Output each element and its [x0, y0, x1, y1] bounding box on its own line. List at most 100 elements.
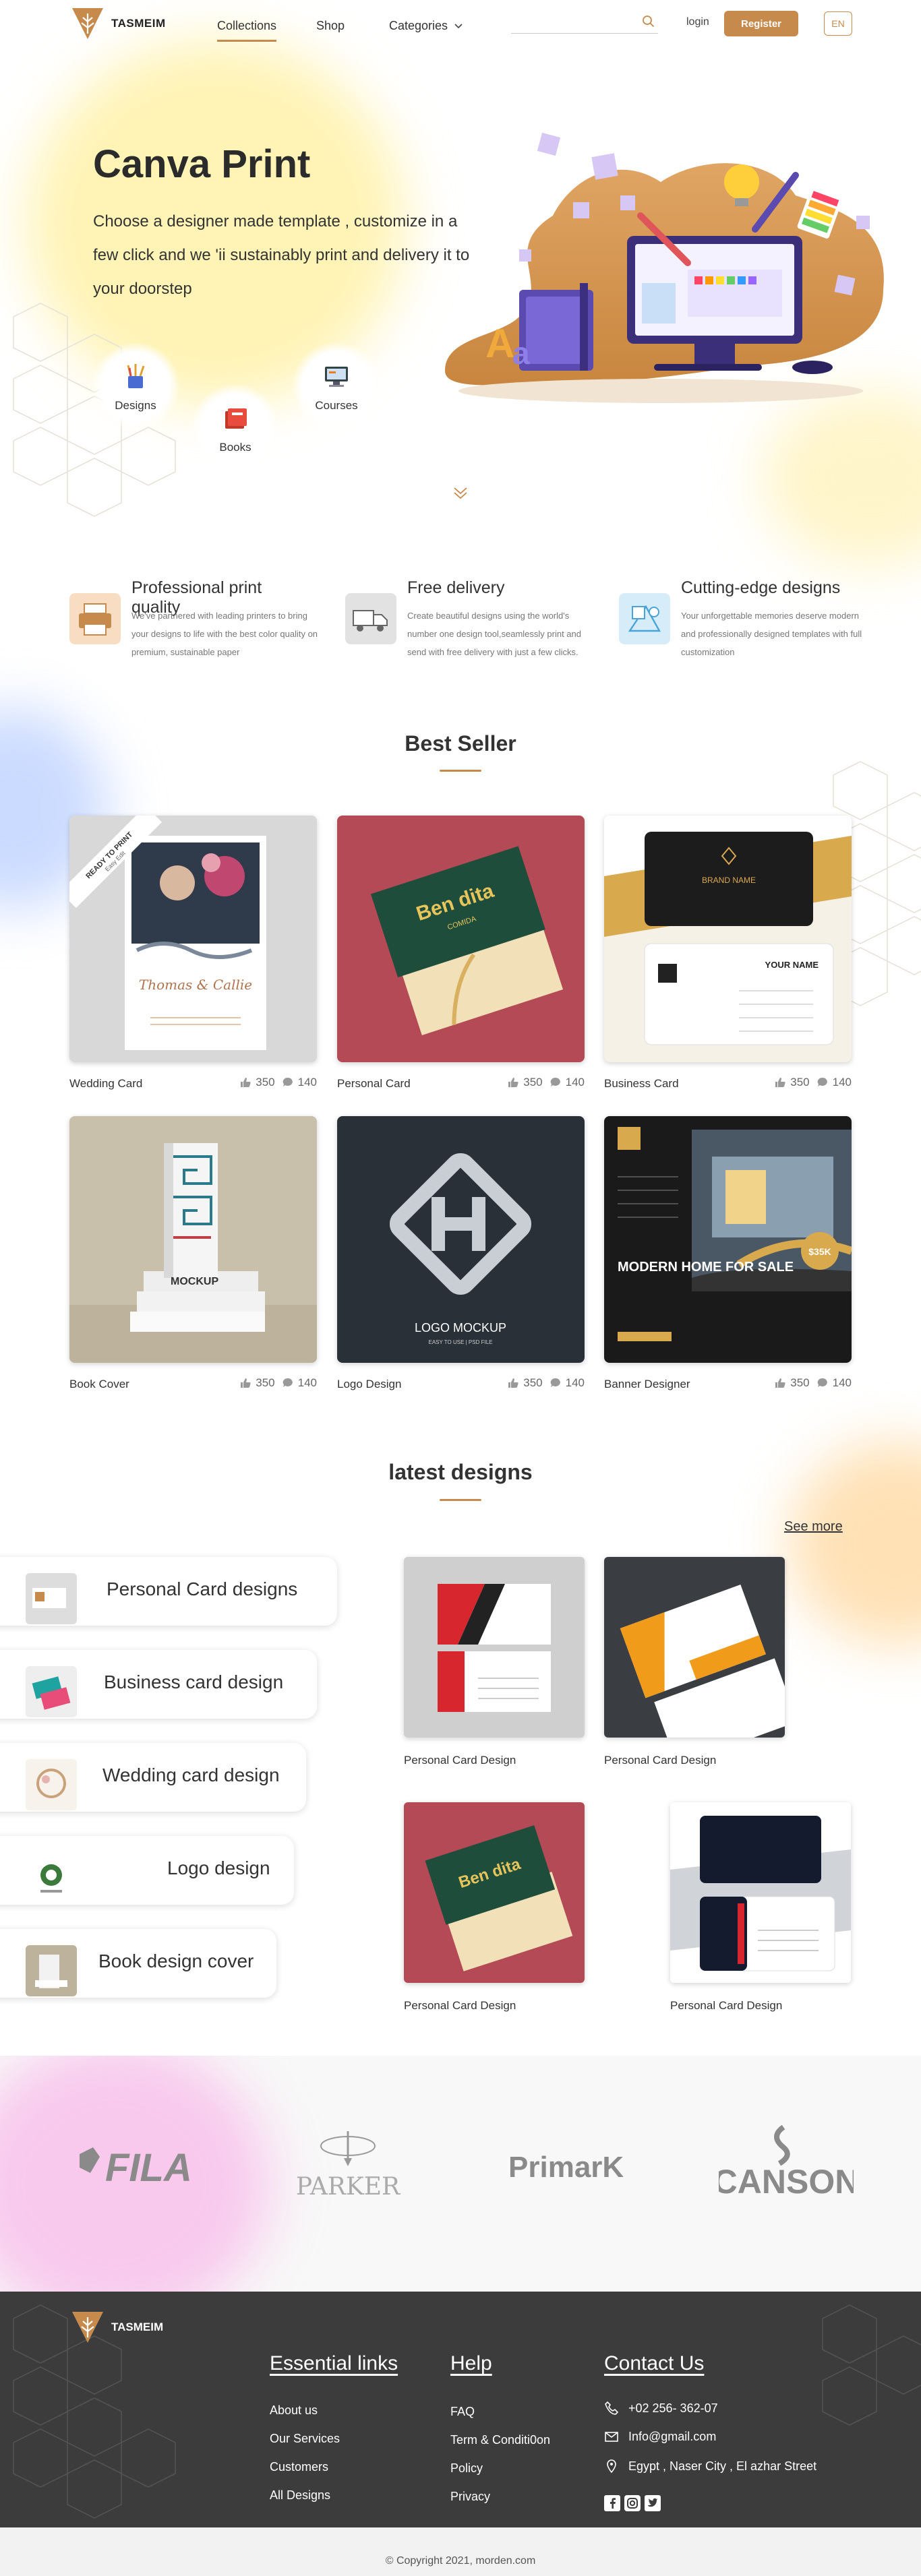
likes[interactable]: 350 — [507, 1076, 543, 1089]
facebook-icon[interactable] — [604, 2495, 620, 2511]
latest-thumbnail[interactable]: Ben dita — [404, 1802, 585, 1983]
latest-category-personal[interactable]: Personal Card designs — [0, 1557, 337, 1626]
card-text: LOGO MOCKUP — [415, 1321, 506, 1335]
latest-category-book[interactable]: Book design cover — [0, 1929, 276, 1998]
latest-card[interactable]: Ben dita Personal Card Design — [404, 1802, 585, 2013]
search-input[interactable] — [511, 11, 632, 32]
contact-email[interactable]: Info@gmail.com — [604, 2429, 716, 2444]
footer-link-customers[interactable]: Customers — [270, 2460, 328, 2474]
latest-card[interactable]: Personal Card Design — [604, 1557, 785, 1767]
search-icon[interactable] — [642, 15, 655, 28]
nav-shop[interactable]: Shop — [316, 19, 345, 33]
product-card-banner[interactable]: MODERN HOME FOR SALE $35K Banner Designe… — [604, 1116, 852, 1399]
product-name: Book Cover — [69, 1378, 129, 1390]
page: TASMEIM Collections Shop Categories logi… — [0, 0, 921, 2576]
instagram-icon[interactable] — [624, 2495, 641, 2511]
likes[interactable]: 350 — [239, 1376, 275, 1390]
scroll-down-icon[interactable] — [452, 484, 469, 501]
footer-link-faq[interactable]: FAQ — [450, 2405, 475, 2419]
product-card-business[interactable]: BRAND NAME YOUR NAME Business Card 350 1… — [604, 816, 852, 1099]
business-card-image: BRAND NAME YOUR NAME — [604, 816, 852, 1062]
nav-categories-label: Categories — [389, 19, 448, 32]
nav-categories[interactable]: Categories — [389, 19, 463, 33]
likes[interactable]: 350 — [774, 1376, 810, 1390]
contact-address: Egypt , Naser City , El azhar Street — [604, 2459, 816, 2474]
see-more-link[interactable]: See more — [784, 1519, 843, 1535]
twitter-icon[interactable] — [645, 2495, 661, 2511]
book-cover-image: MOCKUP — [69, 1116, 317, 1363]
product-thumbnail[interactable]: MODERN HOME FOR SALE $35K — [604, 1116, 852, 1363]
comments[interactable]: 140 — [549, 1376, 585, 1390]
search-box[interactable] — [511, 11, 658, 34]
latest-category-business[interactable]: Business card design — [0, 1650, 317, 1719]
category-books[interactable]: Books — [191, 384, 279, 472]
category-thumbnail — [26, 1573, 77, 1624]
card-text: MOCKUP — [171, 1276, 218, 1287]
product-card-book-cover[interactable]: MOCKUP Book Cover 350 140 — [69, 1116, 317, 1399]
language-button[interactable]: EN — [824, 11, 852, 36]
product-card-logo[interactable]: LOGO MOCKUP EASY TO USE | PSD FILE Logo … — [337, 1116, 585, 1399]
comments[interactable]: 140 — [816, 1376, 852, 1390]
likes[interactable]: 350 — [507, 1376, 543, 1390]
category-thumbnail — [26, 1759, 77, 1810]
likes-count: 350 — [256, 1376, 275, 1389]
comments-count: 140 — [297, 1376, 317, 1389]
footer-link-about[interactable]: About us — [270, 2403, 318, 2418]
location-pin-icon — [607, 2459, 616, 2474]
product-thumbnail[interactable]: Ben dita COMIDA — [337, 816, 585, 1062]
product-thumbnail[interactable]: Thomas & Callie READY TO PRINT Easy Edit — [69, 816, 317, 1062]
footer-link-terms[interactable]: Term & Conditi0on — [450, 2433, 550, 2447]
card-subtext: YOUR NAME — [765, 960, 819, 970]
likes-count: 350 — [790, 1076, 810, 1088]
latest-card[interactable]: Personal Card Design — [404, 1557, 585, 1767]
latest-category-logo[interactable]: Logo design — [0, 1836, 294, 1905]
product-name: Logo Design — [337, 1378, 402, 1390]
product-stats: 350 140 — [507, 1376, 585, 1390]
card-meta: Logo Design 350 140 — [337, 1372, 585, 1399]
card-meta: Personal Card 350 140 — [337, 1072, 585, 1099]
comments[interactable]: 140 — [282, 1376, 317, 1390]
latest-thumbnail[interactable] — [670, 1802, 851, 1983]
product-thumbnail[interactable]: BRAND NAME YOUR NAME — [604, 816, 852, 1062]
latest-card[interactable]: Personal Card Design — [670, 1802, 851, 2013]
parker-logo: PARKER — [296, 2131, 400, 2201]
footer-link-all-designs[interactable]: All Designs — [270, 2488, 330, 2503]
brands-strip: FILA PARKER PrimarK CANSON — [0, 2056, 921, 2292]
product-thumbnail[interactable]: LOGO MOCKUP EASY TO USE | PSD FILE — [337, 1116, 585, 1363]
login-link[interactable]: login — [686, 16, 709, 28]
latest-thumbnail[interactable] — [604, 1557, 785, 1738]
brand-text: FILA — [105, 2146, 192, 2188]
category-label: Designs — [115, 399, 156, 412]
product-thumbnail[interactable]: MOCKUP — [69, 1116, 317, 1363]
comments[interactable]: 140 — [816, 1076, 852, 1089]
latest-card-name: Personal Card Design — [404, 1999, 516, 2012]
comment-icon — [283, 1378, 293, 1387]
likes[interactable]: 350 — [239, 1076, 275, 1089]
footer-brand[interactable]: TASMEIM — [69, 2309, 163, 2345]
comments[interactable]: 140 — [549, 1076, 585, 1089]
likes-count: 350 — [790, 1376, 810, 1389]
footer-link-services[interactable]: Our Services — [270, 2432, 340, 2446]
latest-thumbnail[interactable] — [404, 1557, 585, 1738]
footer-link-privacy[interactable]: Privacy — [450, 2490, 490, 2504]
nav-collections[interactable]: Collections — [217, 19, 277, 42]
product-card-personal[interactable]: Ben dita COMIDA Personal Card 350 140 — [337, 816, 585, 1099]
contact-phone[interactable]: +02 256- 362-07 — [604, 2401, 718, 2416]
product-name: Personal Card — [337, 1077, 411, 1090]
comments-count: 140 — [297, 1076, 317, 1088]
brand[interactable]: TASMEIM — [69, 5, 166, 42]
latest-card-image — [670, 1802, 851, 1983]
comments[interactable]: 140 — [282, 1076, 317, 1089]
category-label: Courses — [315, 399, 358, 412]
feature-title: Free delivery — [407, 578, 505, 597]
latest-category-wedding[interactable]: Wedding card design — [0, 1743, 306, 1812]
product-stats: 350 140 — [239, 1076, 317, 1089]
best-seller-title: Best Seller — [405, 731, 516, 756]
register-button[interactable]: Register — [724, 11, 798, 36]
category-designs[interactable]: Designs — [92, 342, 179, 430]
product-card-wedding[interactable]: Thomas & Callie READY TO PRINT Easy Edit… — [69, 816, 317, 1099]
likes[interactable]: 350 — [774, 1076, 810, 1089]
best-seller-underline — [440, 770, 481, 772]
category-courses[interactable]: Courses — [293, 342, 380, 430]
footer-link-policy[interactable]: Policy — [450, 2461, 483, 2476]
